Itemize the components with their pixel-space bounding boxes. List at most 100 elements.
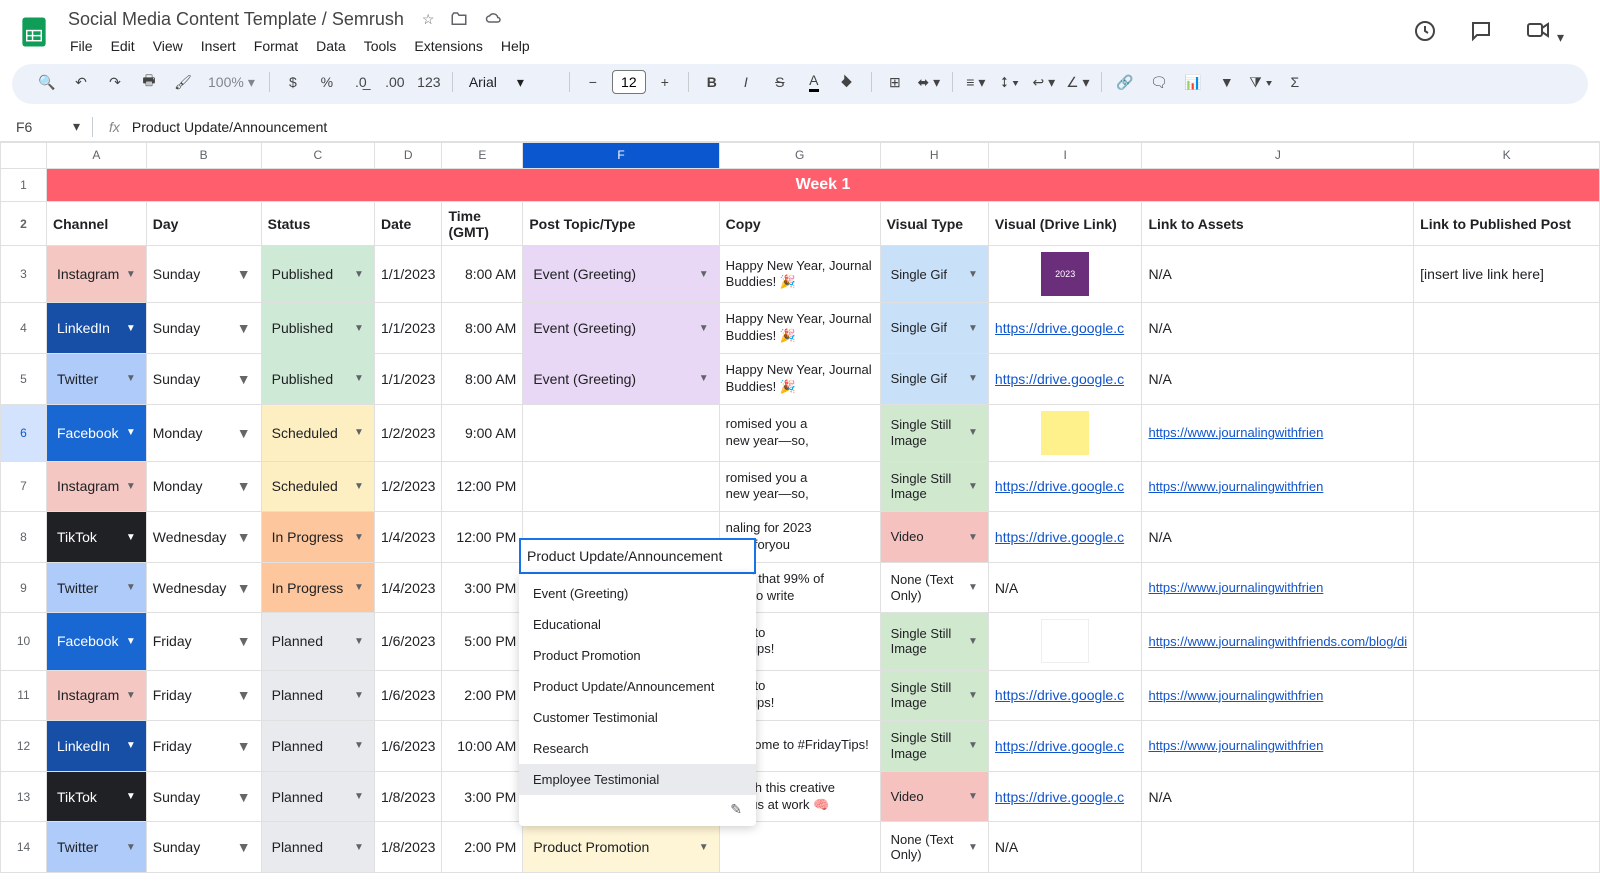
col-C[interactable]: C	[261, 143, 374, 169]
assets-cell[interactable]: https://www.journalingwithfrien	[1142, 461, 1414, 512]
date-cell[interactable]: 1/1/2023	[374, 246, 442, 303]
row-10[interactable]: 10	[1, 613, 47, 670]
visual-link-cell[interactable]: https://drive.google.c	[988, 721, 1142, 772]
redo-icon[interactable]: ↷	[100, 67, 130, 97]
day-cell[interactable]: Friday▼	[146, 670, 261, 721]
date-cell[interactable]: 1/8/2023	[374, 771, 442, 822]
assets-cell[interactable]: N/A	[1142, 246, 1414, 303]
status-cell[interactable]: Scheduled▼	[261, 461, 374, 512]
move-icon[interactable]	[446, 6, 472, 32]
published-cell[interactable]	[1414, 822, 1600, 873]
dropdown-option[interactable]: Event (Greeting)	[519, 578, 756, 609]
assets-cell[interactable]: N/A	[1142, 771, 1414, 822]
decrease-font-icon[interactable]: −	[578, 67, 608, 97]
day-cell[interactable]: Sunday▼	[146, 822, 261, 873]
copy-cell[interactable]: romised you a new year—so,	[719, 461, 880, 512]
visual-link-cell[interactable]: https://drive.google.c	[988, 771, 1142, 822]
visual-type-cell[interactable]: None (Text Only)▼	[880, 562, 988, 613]
time-cell[interactable]: 5:00 PM	[442, 613, 523, 670]
dropdown-option[interactable]: Employee Testimonial	[519, 764, 756, 795]
time-cell[interactable]: 8:00 AM	[442, 303, 523, 354]
published-cell[interactable]	[1414, 461, 1600, 512]
more-formats-icon[interactable]: 123	[414, 67, 444, 97]
functions-icon[interactable]: Σ	[1280, 67, 1310, 97]
hdr-assets[interactable]: Link to Assets	[1142, 202, 1414, 246]
topic-cell[interactable]: Event (Greeting)▼	[523, 246, 719, 303]
topic-cell[interactable]: Event (Greeting)▼	[523, 354, 719, 405]
channel-cell[interactable]: Twitter▼	[47, 354, 147, 405]
status-cell[interactable]: Planned▼	[261, 721, 374, 772]
published-cell[interactable]	[1414, 613, 1600, 670]
row-9[interactable]: 9	[1, 562, 47, 613]
row-1[interactable]: 1	[1, 168, 47, 201]
status-cell[interactable]: In Progress▼	[261, 562, 374, 613]
channel-cell[interactable]: Instagram▼	[47, 246, 147, 303]
time-cell[interactable]: 2:00 PM	[442, 670, 523, 721]
row-6[interactable]: 6	[1, 404, 47, 461]
assets-cell[interactable]: https://www.journalingwithfriends.com/bl…	[1142, 613, 1414, 670]
visual-type-cell[interactable]: Single Gif▼	[880, 246, 988, 303]
row-4[interactable]: 4	[1, 303, 47, 354]
active-cell[interactable]: Product Update/Announcement	[519, 538, 756, 574]
day-cell[interactable]: Wednesday▼	[146, 562, 261, 613]
assets-cell[interactable]: https://www.journalingwithfrien	[1142, 670, 1414, 721]
history-icon[interactable]	[1405, 11, 1445, 54]
increase-font-icon[interactable]: +	[650, 67, 680, 97]
link-icon[interactable]: 🔗	[1110, 67, 1140, 97]
row-8[interactable]: 8	[1, 512, 47, 563]
visual-link-cell[interactable]: N/A	[988, 562, 1142, 613]
day-cell[interactable]: Friday▼	[146, 721, 261, 772]
published-cell[interactable]	[1414, 512, 1600, 563]
cloud-icon[interactable]	[480, 6, 508, 32]
select-all-corner[interactable]	[1, 143, 47, 169]
hdr-vlink[interactable]: Visual (Drive Link)	[988, 202, 1142, 246]
filter-icon[interactable]: ▼	[1212, 67, 1242, 97]
day-cell[interactable]: Sunday▼	[146, 771, 261, 822]
rotate-icon[interactable]: ∠ ▾	[1063, 67, 1093, 97]
col-K[interactable]: K	[1414, 143, 1600, 169]
sheets-logo[interactable]	[16, 14, 52, 50]
formula-input[interactable]: Product Update/Announcement	[132, 119, 327, 135]
channel-cell[interactable]: Instagram▼	[47, 670, 147, 721]
menu-insert[interactable]: Insert	[193, 34, 244, 58]
date-cell[interactable]: 1/6/2023	[374, 613, 442, 670]
day-cell[interactable]: Wednesday▼	[146, 512, 261, 563]
assets-cell[interactable]	[1142, 822, 1414, 873]
date-cell[interactable]: 1/4/2023	[374, 562, 442, 613]
borders-icon[interactable]: ⊞	[880, 67, 910, 97]
visual-link-cell[interactable]: ◐	[988, 613, 1142, 670]
date-cell[interactable]: 1/1/2023	[374, 354, 442, 405]
insert-chart-icon[interactable]: 📊	[1178, 67, 1208, 97]
hdr-date[interactable]: Date	[374, 202, 442, 246]
dropdown-option[interactable]: Product Update/Announcement	[519, 671, 756, 702]
italic-icon[interactable]: I	[731, 67, 761, 97]
status-cell[interactable]: Published▼	[261, 246, 374, 303]
menu-data[interactable]: Data	[308, 34, 354, 58]
assets-cell[interactable]: https://www.journalingwithfrien	[1142, 404, 1414, 461]
col-G[interactable]: G	[719, 143, 880, 169]
time-cell[interactable]: 3:00 PM	[442, 771, 523, 822]
date-cell[interactable]: 1/8/2023	[374, 822, 442, 873]
currency-icon[interactable]: $	[278, 67, 308, 97]
h-align-icon[interactable]: ≡ ▾	[961, 67, 991, 97]
status-cell[interactable]: Published▼	[261, 303, 374, 354]
row-3[interactable]: 3	[1, 246, 47, 303]
date-cell[interactable]: 1/2/2023	[374, 461, 442, 512]
date-cell[interactable]: 1/1/2023	[374, 303, 442, 354]
menu-edit[interactable]: Edit	[103, 34, 143, 58]
hdr-vtype[interactable]: Visual Type	[880, 202, 988, 246]
channel-cell[interactable]: Twitter▼	[47, 822, 147, 873]
date-cell[interactable]: 1/6/2023	[374, 670, 442, 721]
strikethrough-icon[interactable]: S	[765, 67, 795, 97]
menu-tools[interactable]: Tools	[356, 34, 405, 58]
hdr-channel[interactable]: Channel	[47, 202, 147, 246]
day-cell[interactable]: Sunday▼	[146, 246, 261, 303]
topic-cell[interactable]: Event (Greeting)▼	[523, 303, 719, 354]
status-cell[interactable]: Planned▼	[261, 670, 374, 721]
visual-link-cell[interactable]: 2023	[988, 246, 1142, 303]
time-cell[interactable]: 9:00 AM	[442, 404, 523, 461]
day-cell[interactable]: Monday▼	[146, 461, 261, 512]
status-cell[interactable]: Planned▼	[261, 822, 374, 873]
menu-format[interactable]: Format	[246, 34, 306, 58]
copy-cell[interactable]: Happy New Year, Journal Buddies! 🎉	[719, 246, 880, 303]
